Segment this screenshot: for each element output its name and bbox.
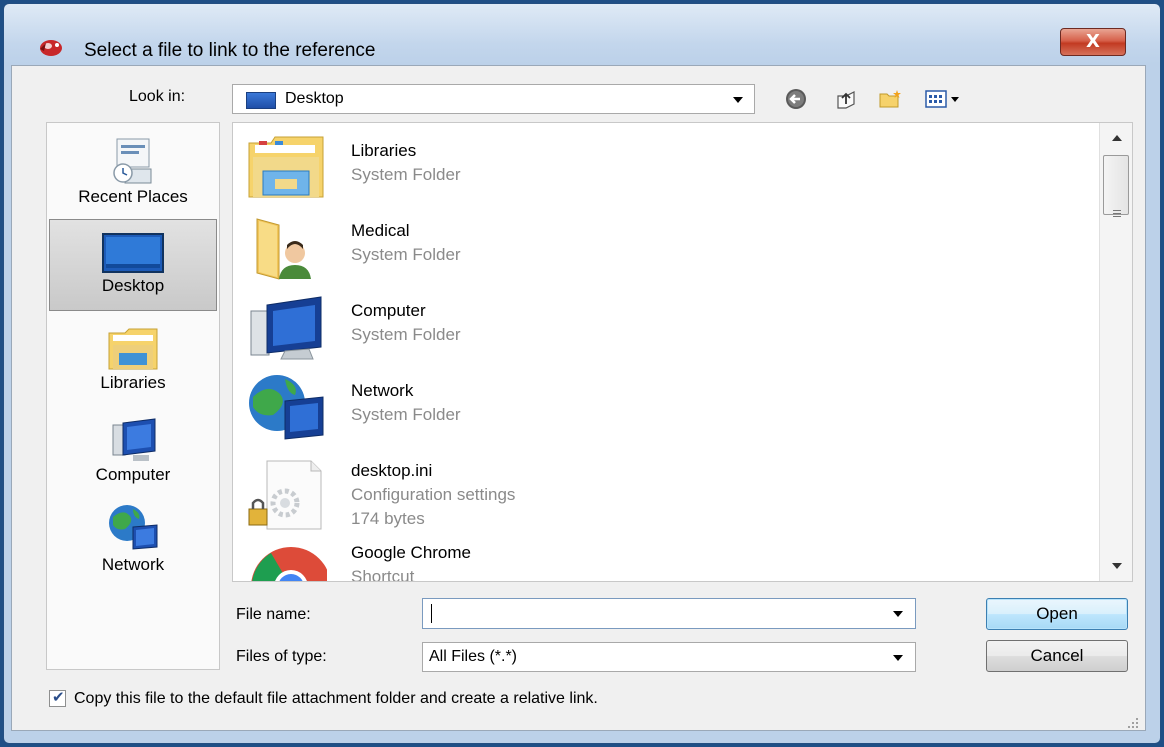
- place-computer[interactable]: Computer: [47, 415, 219, 495]
- file-name: Libraries: [351, 141, 417, 160]
- list-item[interactable]: Libraries System Folder: [233, 127, 1093, 203]
- grip-icon: [1113, 210, 1121, 211]
- file-type: System Folder: [351, 165, 461, 184]
- user-folder-icon: [256, 218, 311, 280]
- place-label: Recent Places: [78, 187, 188, 206]
- libraries-folder-icon: [248, 136, 324, 198]
- file-size: 174 bytes: [351, 509, 425, 528]
- file-type: System Folder: [351, 405, 461, 424]
- file-type: Configuration settings: [351, 485, 516, 504]
- copy-file-checkbox[interactable]: ✔: [49, 688, 66, 707]
- look-in-value: Desktop: [285, 90, 344, 107]
- copy-file-label[interactable]: Copy this file to the default file attac…: [74, 690, 598, 708]
- checkmark-icon: ✔: [52, 688, 65, 706]
- chevron-down-icon[interactable]: [733, 97, 743, 103]
- file-name-field[interactable]: [422, 598, 916, 629]
- app-icon: [40, 40, 62, 56]
- list-item[interactable]: Computer System Folder: [233, 287, 1093, 363]
- up-folder-icon[interactable]: [834, 88, 858, 110]
- chevron-down-icon[interactable]: [893, 655, 903, 661]
- list-item[interactable]: Medical System Folder: [233, 207, 1093, 283]
- computer-icon: [112, 418, 156, 461]
- file-name: desktop.ini: [351, 461, 433, 480]
- list-item[interactable]: desktop.ini Configuration settings 174 b…: [233, 447, 1093, 537]
- computer-icon: [250, 296, 322, 360]
- file-type: Shortcut: [351, 567, 415, 582]
- file-name: Computer: [351, 301, 426, 320]
- place-label: Network: [101, 555, 165, 574]
- resize-grip-icon[interactable]: [1126, 716, 1140, 730]
- libraries-icon: [108, 328, 158, 370]
- file-list[interactable]: Libraries System Folder Medical System F…: [232, 122, 1133, 582]
- cancel-button[interactable]: Cancel: [986, 640, 1128, 672]
- config-file-icon: [248, 460, 322, 530]
- file-name: Network: [351, 381, 414, 400]
- file-name: Google Chrome: [351, 543, 472, 562]
- place-network[interactable]: Network: [47, 499, 219, 585]
- files-of-type-label: Files of type:: [236, 648, 327, 665]
- view-menu-icon[interactable]: [924, 88, 964, 110]
- place-label: Libraries: [100, 373, 166, 392]
- file-name: Medical: [351, 221, 410, 240]
- close-icon: X: [1086, 31, 1100, 52]
- window-title: Select a file to link to the reference: [84, 40, 376, 61]
- new-folder-icon[interactable]: [878, 88, 902, 110]
- file-name-label: File name:: [236, 606, 311, 623]
- places-bar: Recent Places Desktop Libraries Computer: [46, 122, 220, 670]
- file-type: System Folder: [351, 245, 461, 264]
- close-button[interactable]: X: [1060, 28, 1126, 56]
- chevron-down-icon[interactable]: [893, 611, 903, 617]
- place-label: Computer: [95, 465, 171, 484]
- vertical-scrollbar[interactable]: [1099, 123, 1132, 581]
- place-desktop[interactable]: Desktop: [49, 219, 217, 311]
- place-recent-places[interactable]: Recent Places: [47, 135, 219, 221]
- look-in-label: Look in:: [129, 88, 186, 105]
- open-button[interactable]: Open: [986, 598, 1128, 630]
- list-item[interactable]: Google Chrome Shortcut: [233, 529, 1093, 582]
- file-type: System Folder: [351, 325, 461, 344]
- scroll-up-icon[interactable]: [1112, 135, 1122, 141]
- file-type-select[interactable]: All Files (*.*): [422, 642, 916, 672]
- recent-places-icon: [113, 138, 152, 184]
- scrollbar-thumb[interactable]: [1103, 155, 1129, 215]
- network-icon: [249, 375, 324, 440]
- list-item[interactable]: Network System Folder: [233, 367, 1093, 443]
- scroll-down-icon[interactable]: [1112, 563, 1122, 569]
- network-icon: [109, 505, 158, 550]
- text-caret: [431, 604, 432, 623]
- desktop-icon: [246, 92, 276, 109]
- look-in-combobox[interactable]: Desktop: [232, 84, 755, 114]
- desktop-icon: [102, 233, 164, 273]
- chrome-icon: [251, 547, 327, 581]
- file-type-value: All Files (*.*): [429, 648, 518, 665]
- place-libraries[interactable]: Libraries: [47, 323, 219, 403]
- place-label: Desktop: [101, 276, 165, 295]
- back-icon[interactable]: [784, 88, 808, 110]
